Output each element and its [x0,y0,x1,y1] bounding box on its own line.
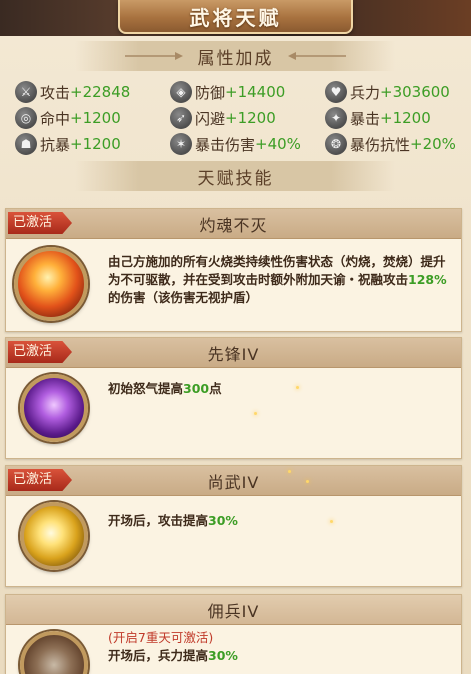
sparkle [330,520,333,523]
stat-defense: ◈ 防御 +14400 [170,80,285,104]
skill-description: 由己方施加的所有火烧类持续性伤害状态（灼烧，焚烧）提升为不可驱散，并在受到攻击时… [108,253,453,307]
skill-name: 佣兵IV [207,601,260,621]
desc-highlight: 30% [208,648,238,663]
sparkle [288,470,291,473]
desc-highlight: 300 [183,381,210,396]
stat-crit-resist: ☗ 抗暴 +1200 [15,132,121,156]
crit-damage-icon: ✶ [170,133,192,155]
stat-name: 攻击 [40,83,71,102]
stat-troops: ♥ 兵力 +303600 [325,80,450,104]
stat-value: +40% [255,135,301,153]
stat-crit-damage-resist: ❂ 暴伤抗性 +20% [325,132,456,156]
stat-value: +1200 [70,109,121,127]
skills-title: 天赋技能 [197,168,274,189]
title-banner: 武将天赋 [118,0,353,34]
desc-highlight: 128% [408,272,447,287]
stat-name: 防御 [195,83,226,102]
page-title: 武将天赋 [189,5,282,30]
fire-emblem-icon [14,247,88,321]
skill-card-header: 佣兵IV [6,595,461,625]
desc-text: 开场后，兵力提高 [108,648,209,663]
skill-card[interactable]: 已激活 先锋IV 初始怒气提高300点 [5,337,462,459]
desc-line: 开场后，兵力提高30% [108,647,453,665]
sparkle [254,412,257,415]
heart-icon: ♥ [325,81,347,103]
stat-crit-damage: ✶ 暴击伤害 +40% [170,132,301,156]
skill-name: 先锋IV [207,344,260,364]
stat-value: +1200 [225,109,276,127]
skill-card[interactable]: 已激活 灼魂不灭 由己方施加的所有火烧类持续性伤害状态（灼烧，焚烧）提升为不可驱… [5,208,462,332]
stat-value: +20% [410,135,456,153]
skill-name: 灼魂不灭 [199,215,268,235]
skill-description: (开启7重天可激活) 开场后，兵力提高30% [108,629,453,665]
stat-name: 暴击伤害 [195,135,256,154]
stat-value: +303600 [380,83,450,101]
stat-hit: ◎ 命中 +1200 [15,106,121,130]
skill-card-header: 已激活 灼魂不灭 [6,209,461,239]
target-icon: ◎ [15,107,37,129]
stat-name: 抗暴 [40,135,71,154]
stat-name: 兵力 [350,83,381,102]
desc-text: 开场后，攻击提高 [108,513,209,528]
rage-emblem-icon [20,374,88,442]
desc-text: 初始怒气提高 [108,381,184,396]
stat-name: 暴伤抗性 [350,135,411,154]
stat-value: +22848 [70,83,131,101]
stat-crit: ✦ 暴击 +1200 [325,106,431,130]
stat-name: 闪避 [195,109,226,128]
desc-text: 由己方施加的所有火烧类持续性伤害状态（灼烧，焚烧）提升为不可驱散，并在受到攻击时… [108,254,446,287]
stat-name: 命中 [40,109,71,128]
skill-name: 尚武IV [207,472,260,492]
sparkle [306,480,309,483]
locked-emblem-icon [20,631,88,674]
sparkle [296,386,299,389]
shield-icon: ◈ [170,81,192,103]
skill-card-locked[interactable]: 佣兵IV (开启7重天可激活) 开场后，兵力提高30% [5,594,462,674]
stat-value: +1200 [70,135,121,153]
attributes-header: 属性加成 [0,40,471,72]
desc-text: 点 [209,381,222,396]
stat-value: +1200 [380,109,431,127]
left-ornament-icon [125,52,183,60]
sword-icon: ⚔ [15,81,37,103]
lock-note: (开启7重天可激活) [108,630,214,645]
skill-card-header: 已激活 先锋IV [6,338,461,368]
desc-text: 的伤害（该伤害无视护盾） [108,290,259,305]
attributes-title: 属性加成 [197,48,274,69]
activated-tag: 已激活 [8,341,73,363]
skill-card[interactable]: 已激活 尚武IV 开场后，攻击提高30% [5,465,462,587]
stat-dodge: ➶ 闪避 +1200 [170,106,276,130]
skill-description: 开场后，攻击提高30% [108,512,453,530]
crit-icon: ✦ [325,107,347,129]
stat-attack: ⚔ 攻击 +22848 [15,80,130,104]
activated-tag: 已激活 [8,212,73,234]
skill-description: 初始怒气提高300点 [108,380,453,398]
skills-header: 天赋技能 [0,160,471,192]
blade-emblem-icon [20,502,88,570]
dodge-icon: ➶ [170,107,192,129]
crit-resist-icon: ❂ [325,133,347,155]
resist-icon: ☗ [15,133,37,155]
stat-name: 暴击 [350,109,381,128]
right-ornament-icon [288,52,346,60]
stat-value: +14400 [225,83,286,101]
skill-card-header: 已激活 尚武IV [6,466,461,496]
activated-tag: 已激活 [8,469,73,491]
desc-highlight: 30% [208,513,238,528]
